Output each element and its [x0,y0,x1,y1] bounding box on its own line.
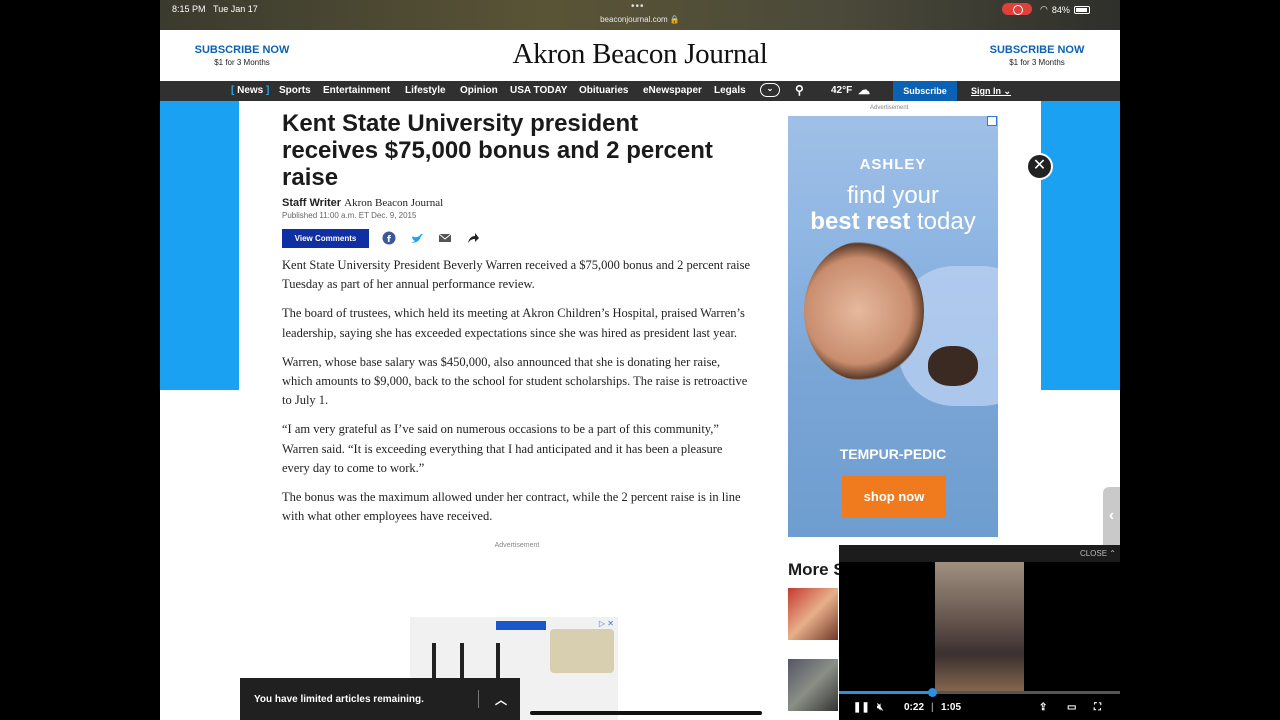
ad-tagline-2: best rest today [810,208,976,235]
weather-temp[interactable]: 42°F [831,85,852,96]
article: Kent State University president receives… [282,101,752,549]
view-comments-button[interactable]: View Comments [282,229,369,248]
video-progress-fill [839,691,932,694]
facebook-icon[interactable]: f [382,231,396,245]
article-body: Kent State University President Beverly … [282,256,752,526]
adchoices-icon[interactable] [987,116,997,126]
ipad-frame: 8:15 PM Tue Jan 17 ••• beaconjournal.com… [0,0,1280,720]
nav-item-news[interactable]: [ News ] [231,85,269,96]
sidebar-ad-ashley[interactable]: ASHLEY find your best rest today TEMPUR-… [788,116,998,537]
ad-product-image [550,629,614,673]
video-player[interactable]: CLOSE ⌃ ❚❚ 🔇︎ 0:22 | 1:05 ⇪ ▭ ⛶ [839,545,1120,720]
nav-item-lifestyle[interactable]: Lifestyle [405,85,446,96]
browser-screen: 8:15 PM Tue Jan 17 ••• beaconjournal.com… [160,0,1120,720]
svg-text:f: f [387,235,391,245]
battery-icon [1073,5,1090,14]
nav-item-legals[interactable]: Legals [714,85,746,96]
twitter-icon[interactable] [410,231,424,245]
cloud-icon: ☁ [858,83,870,97]
article-paragraph: Warren, whose base salary was $450,000, … [282,354,748,408]
video-close-button[interactable]: CLOSE ⌃ [1080,549,1116,558]
limited-articles-banner[interactable]: You have limited articles remaining. ︿ [240,678,520,720]
advertisement-label: Advertisement [494,542,540,550]
ad-shop-now-button[interactable]: shop now [842,476,946,518]
screen-record-icon[interactable] [1002,3,1032,15]
subscribe-now-right[interactable]: SUBSCRIBE NOW $1 for 3 Months [972,44,1102,67]
adchoices-icon[interactable]: ▷ ✕ [599,619,614,628]
share-arrow-icon[interactable] [466,231,480,245]
share-icon[interactable]: ⇪ [1039,702,1047,713]
video-frame[interactable] [935,562,1024,694]
subscribe-title[interactable]: SUBSCRIBE NOW [972,44,1102,56]
article-paragraph: Kent State University President Beverly … [282,258,751,292]
share-bar: View Comments f [282,229,752,248]
ad-dog-image [928,346,978,386]
home-indicator[interactable] [530,711,762,715]
more-menu-icon[interactable]: ⌄ [760,83,780,97]
ad-banner-strip [496,621,546,630]
pause-icon[interactable]: ❚❚ [853,702,870,713]
video-header: CLOSE ⌃ [839,545,1120,562]
ad-partner: TEMPUR-PEDIC [839,446,947,462]
airplay-icon[interactable]: ▭ [1067,702,1076,713]
side-drawer-tab[interactable]: ‹ [1103,487,1120,553]
close-ad-button[interactable]: ✕ [1026,153,1053,180]
article-paragraph: “I am very grateful as I’ve said on nume… [282,422,723,475]
more-stories-heading: More S [788,560,845,579]
status-time: 8:15 PM Tue Jan 17 [172,4,258,14]
time-separator: | [931,702,934,713]
nav-item-entertainment[interactable]: Entertainment [323,85,390,96]
fullscreen-icon[interactable]: ⛶ [1094,702,1101,713]
video-progress-bar[interactable] [839,688,1120,697]
sidebar-advertisement-label: Advertisement [870,105,909,111]
limited-articles-text: You have limited articles remaining. [254,694,424,705]
nav-item-usa-today[interactable]: USA TODAY [510,85,567,96]
author-name[interactable]: Staff Writer [282,197,341,209]
search-icon[interactable]: ⚲ [795,83,804,97]
author-org: Akron Beacon Journal [344,197,444,209]
email-icon[interactable] [438,231,452,245]
blue-side-panel-right [1041,101,1120,390]
banner-divider [478,690,479,708]
chevron-up-icon[interactable]: ︿ [495,691,507,708]
battery-percent: 84% [1051,4,1070,15]
ad-tagline-1: find your [846,182,940,209]
sign-in-link[interactable]: Sign In ⌄ [971,86,1011,97]
status-right: ◠ 84% [1040,4,1090,15]
story-thumbnail[interactable] [788,588,838,640]
masthead: SUBSCRIBE NOW $1 for 3 Months Akron Beac… [160,30,1120,81]
video-current-time: 0:22 [904,702,925,713]
nav-item-opinion[interactable]: Opinion [460,85,498,96]
mute-icon[interactable]: 🔇︎ [877,702,883,713]
wifi-icon: ◠ [1040,4,1048,14]
article-paragraph: The bonus was the maximum allowed under … [282,490,741,524]
subscribe-offer: $1 for 3 Months [1009,58,1065,67]
nav-item-sports[interactable]: Sports [279,85,311,96]
publish-date: Published 11:00 a.m. ET Dec. 9, 2015 [282,211,417,220]
video-duration: 1:05 [941,702,962,713]
article-paragraph: The board of trustees, which held its me… [282,306,745,340]
video-scrub-handle[interactable] [927,688,937,697]
subscribe-button[interactable]: Subscribe [893,81,957,101]
address-url[interactable]: beaconjournal.com 🔒 [160,15,1120,24]
status-bar: 8:15 PM Tue Jan 17 ••• beaconjournal.com… [160,0,1120,30]
ad-brand: ASHLEY [859,156,927,173]
multitask-dots-icon[interactable]: ••• [631,1,645,12]
nav-item-enewspaper[interactable]: eNewspaper [643,85,702,96]
article-headline: Kent State University president receives… [282,110,713,191]
main-nav: [ News ] Sports Entertainment Lifestyle … [160,81,1120,101]
nav-item-obituaries[interactable]: Obituaries [579,85,628,96]
story-thumbnail[interactable] [788,659,838,711]
byline: Staff Writer Akron Beacon Journal [282,197,752,209]
blue-side-panel-left [160,101,239,390]
ad-sleeping-woman-image [804,241,924,381]
